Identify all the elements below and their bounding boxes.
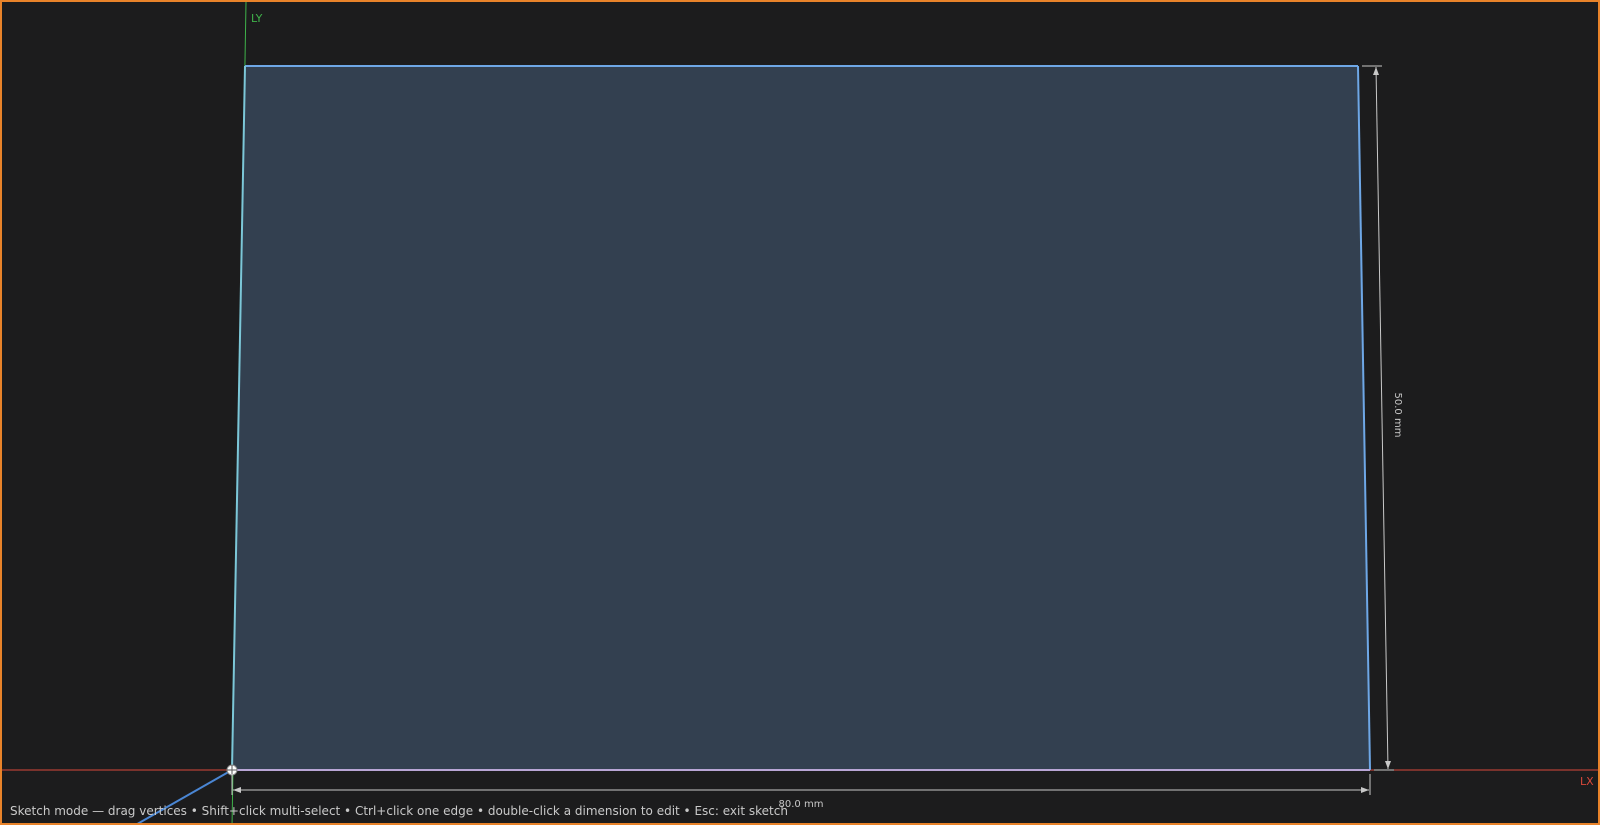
width-dim-arrow-left (233, 787, 241, 793)
sketch-viewport[interactable]: 80.0 mm 50.0 mm LY LX Sketch mode — drag… (0, 0, 1600, 825)
x-axis-label: LX (1580, 775, 1594, 788)
sketch-canvas[interactable]: 80.0 mm 50.0 mm LY LX (2, 2, 1600, 825)
height-dim-arrow-bottom (1385, 761, 1391, 769)
y-axis-label: LY (251, 12, 263, 25)
width-dim-arrow-right (1361, 787, 1369, 793)
height-dim-line (1375, 66, 1389, 770)
height-dim-arrow-top (1373, 67, 1379, 75)
height-dimension-label[interactable]: 50.0 mm (1392, 393, 1403, 438)
status-hint-text: Sketch mode — drag vertices • Shift+clic… (10, 804, 788, 818)
sketch-profile-face[interactable] (232, 66, 1370, 770)
